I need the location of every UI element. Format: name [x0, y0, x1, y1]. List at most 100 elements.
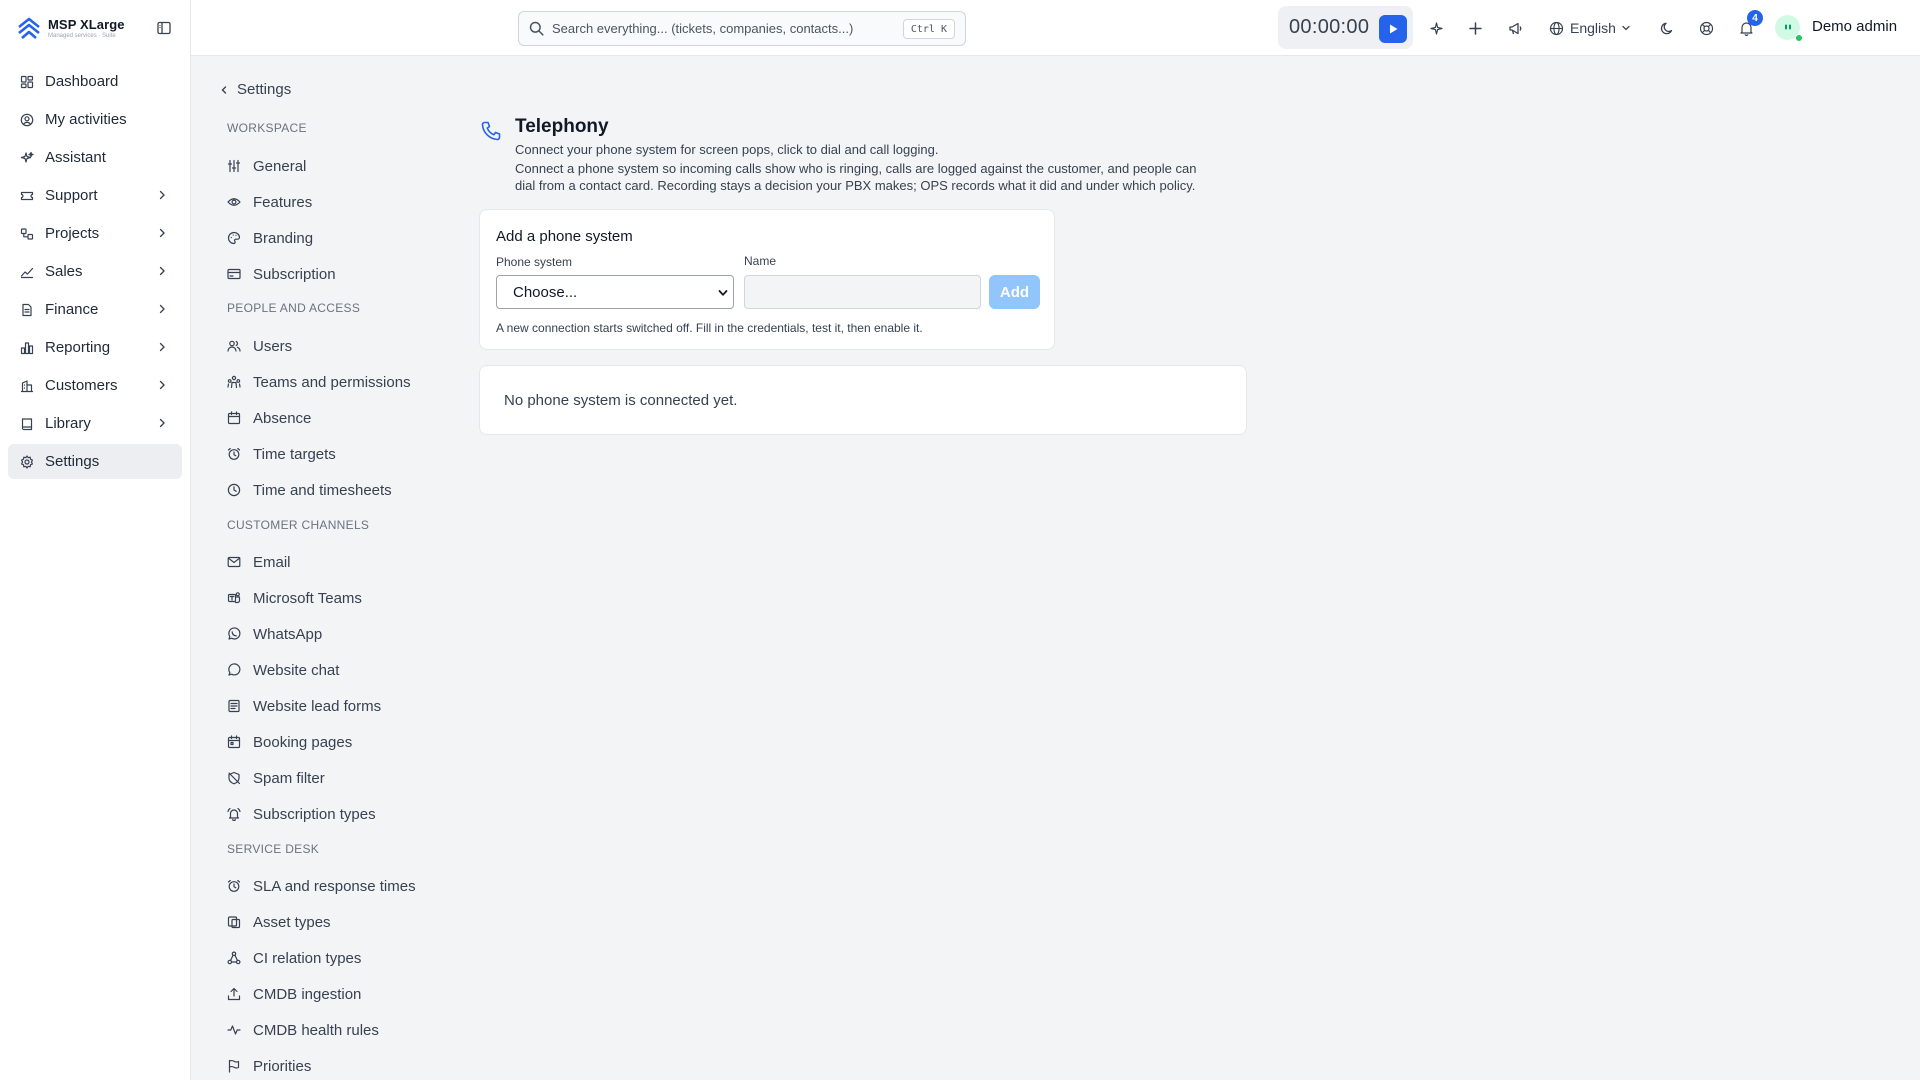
settings-item-cmdb-ingestion[interactable]: CMDB ingestion	[227, 982, 361, 1006]
globe-icon	[1549, 21, 1564, 35]
nav-item-customers[interactable]: Customers	[8, 368, 182, 403]
settings-item-label: Website lead forms	[253, 697, 382, 715]
settings-item-label: Features	[253, 193, 313, 211]
user-circle-icon	[20, 113, 34, 126]
chevron-right-icon	[159, 342, 165, 352]
online-status-indicator	[1795, 34, 1803, 42]
settings-item-label: Priorities	[253, 1057, 312, 1075]
add-button[interactable]: Add	[989, 275, 1040, 309]
chevron-right-icon	[159, 418, 165, 428]
phone-system-selected-value: Choose...	[513, 283, 578, 301]
gear-icon-wrapper	[20, 454, 34, 469]
chat-bubble-icon	[228, 663, 241, 676]
language-label: English	[1570, 20, 1616, 36]
nav-item-sales[interactable]: Sales	[8, 254, 182, 289]
brand-subtitle: Managed services · Suite	[48, 33, 116, 39]
team-icon-wrapper	[227, 375, 241, 389]
section-heading: PEOPLE AND ACCESS	[227, 301, 361, 315]
settings-item-spam-filter[interactable]: Spam filter	[227, 766, 325, 790]
nav-item-settings[interactable]: Settings	[8, 444, 182, 479]
settings-item-asset-types[interactable]: Asset types	[227, 910, 331, 934]
settings-item-sla-and-response-times[interactable]: SLA and response times	[227, 874, 416, 898]
lifebuoy-icon	[1699, 21, 1713, 35]
settings-item-teams-and-permissions[interactable]: Teams and permissions	[227, 370, 411, 394]
projects-icon	[20, 227, 34, 240]
nav-item-assistant[interactable]: Assistant	[8, 140, 182, 175]
settings-item-subscription[interactable]: Subscription	[227, 262, 336, 286]
bar-chart-icon	[20, 341, 34, 354]
settings-item-users[interactable]: Users	[227, 334, 292, 358]
settings-item-label: Time and timesheets	[253, 481, 392, 499]
settings-item-label: CMDB ingestion	[253, 985, 362, 1003]
user-name[interactable]: Demo admin	[1812, 18, 1897, 35]
document-icon	[22, 303, 32, 316]
settings-back-link[interactable]: Settings	[219, 81, 291, 98]
settings-item-microsoft-teams[interactable]: Microsoft Teams	[227, 586, 362, 610]
settings-item-time-targets[interactable]: Time targets	[227, 442, 336, 466]
nav-item-dashboard[interactable]: Dashboard	[8, 64, 182, 99]
settings-item-cmdb-health-rules[interactable]: CMDB health rules	[227, 1018, 379, 1042]
settings-item-website-lead-forms[interactable]: Website lead forms	[227, 694, 381, 718]
book-icon-wrapper	[20, 417, 34, 431]
name-label: Name	[744, 254, 777, 268]
global-search[interactable]: Search everything... (tickets, companies…	[518, 11, 966, 46]
theme-toggle-button[interactable]	[1658, 19, 1676, 37]
nav-item-projects[interactable]: Projects	[8, 216, 182, 251]
nav-item-reporting[interactable]: Reporting	[8, 330, 182, 365]
settings-item-features[interactable]: Features	[227, 190, 312, 214]
chevron-down-icon	[1622, 25, 1630, 31]
clock-icon	[227, 483, 241, 497]
page-subtitle: Connect your phone system for screen pop…	[515, 142, 939, 157]
settings-item-label: Time targets	[253, 445, 336, 463]
projects-icon-wrapper	[20, 227, 34, 241]
name-input[interactable]	[744, 275, 981, 309]
calendar-check-icon	[227, 735, 241, 749]
settings-item-website-chat[interactable]: Website chat	[227, 658, 339, 682]
chevron-right-icon	[159, 190, 165, 200]
settings-item-label: Teams and permissions	[253, 373, 411, 391]
plus-icon	[1468, 21, 1482, 35]
assistant-sparkles-button[interactable]	[1427, 19, 1445, 37]
nav-item-support[interactable]: Support	[8, 178, 182, 213]
nav-item-library[interactable]: Library	[8, 406, 182, 441]
users-icon	[227, 340, 241, 352]
calendar-icon-wrapper	[227, 411, 241, 425]
settings-item-time-and-timesheets[interactable]: Time and timesheets	[227, 478, 392, 502]
brand-name: MSP XLarge	[48, 17, 125, 32]
help-button[interactable]	[1697, 19, 1715, 37]
settings-item-booking-pages[interactable]: Booking pages	[227, 730, 352, 754]
dashboard-icon-wrapper	[20, 75, 34, 89]
settings-item-absence[interactable]: Absence	[227, 406, 311, 430]
alarm-clock-icon	[227, 879, 241, 892]
sparkles-icon	[20, 151, 34, 163]
alarm-clock-icon	[227, 447, 241, 460]
bar-chart-icon-wrapper	[20, 341, 34, 355]
nav-item-finance[interactable]: Finance	[8, 292, 182, 327]
settings-item-branding[interactable]: Branding	[227, 226, 313, 250]
settings-item-label: Subscription	[253, 265, 336, 283]
settings-item-label: Spam filter	[253, 769, 325, 787]
settings-item-general[interactable]: General	[227, 154, 306, 178]
bell-ring-icon	[227, 807, 241, 821]
language-selector[interactable]: English	[1549, 17, 1631, 39]
empty-state: No phone system is connected yet.	[479, 365, 1247, 435]
nav-item-label: Assistant	[45, 149, 106, 166]
settings-item-whatsapp[interactable]: WhatsApp	[227, 622, 322, 646]
settings-item-ci-relation-types[interactable]: CI relation types	[227, 946, 361, 970]
settings-item-email[interactable]: Email	[227, 550, 291, 574]
nav-item-my-activities[interactable]: My activities	[8, 102, 182, 137]
activity-icon	[227, 1025, 241, 1035]
phone-system-select[interactable]: Choose...	[496, 275, 734, 309]
timer-play-button[interactable]	[1379, 15, 1407, 43]
add-hint: A new connection starts switched off. Fi…	[496, 321, 923, 335]
create-new-button[interactable]	[1466, 19, 1484, 37]
announcements-button[interactable]	[1506, 19, 1524, 37]
settings-item-label: Branding	[253, 229, 314, 247]
brand[interactable]: MSP XLarge Managed services · Suite	[0, 0, 190, 56]
settings-item-subscription-types[interactable]: Subscription types	[227, 802, 376, 826]
settings-item-priorities[interactable]: Priorities	[227, 1054, 311, 1078]
timer-value: 00:00:00	[1289, 16, 1370, 38]
ticket-icon-wrapper	[20, 189, 34, 203]
settings-item-label: SLA and response times	[253, 877, 416, 895]
sidebar-toggle-icon[interactable]	[155, 19, 173, 37]
